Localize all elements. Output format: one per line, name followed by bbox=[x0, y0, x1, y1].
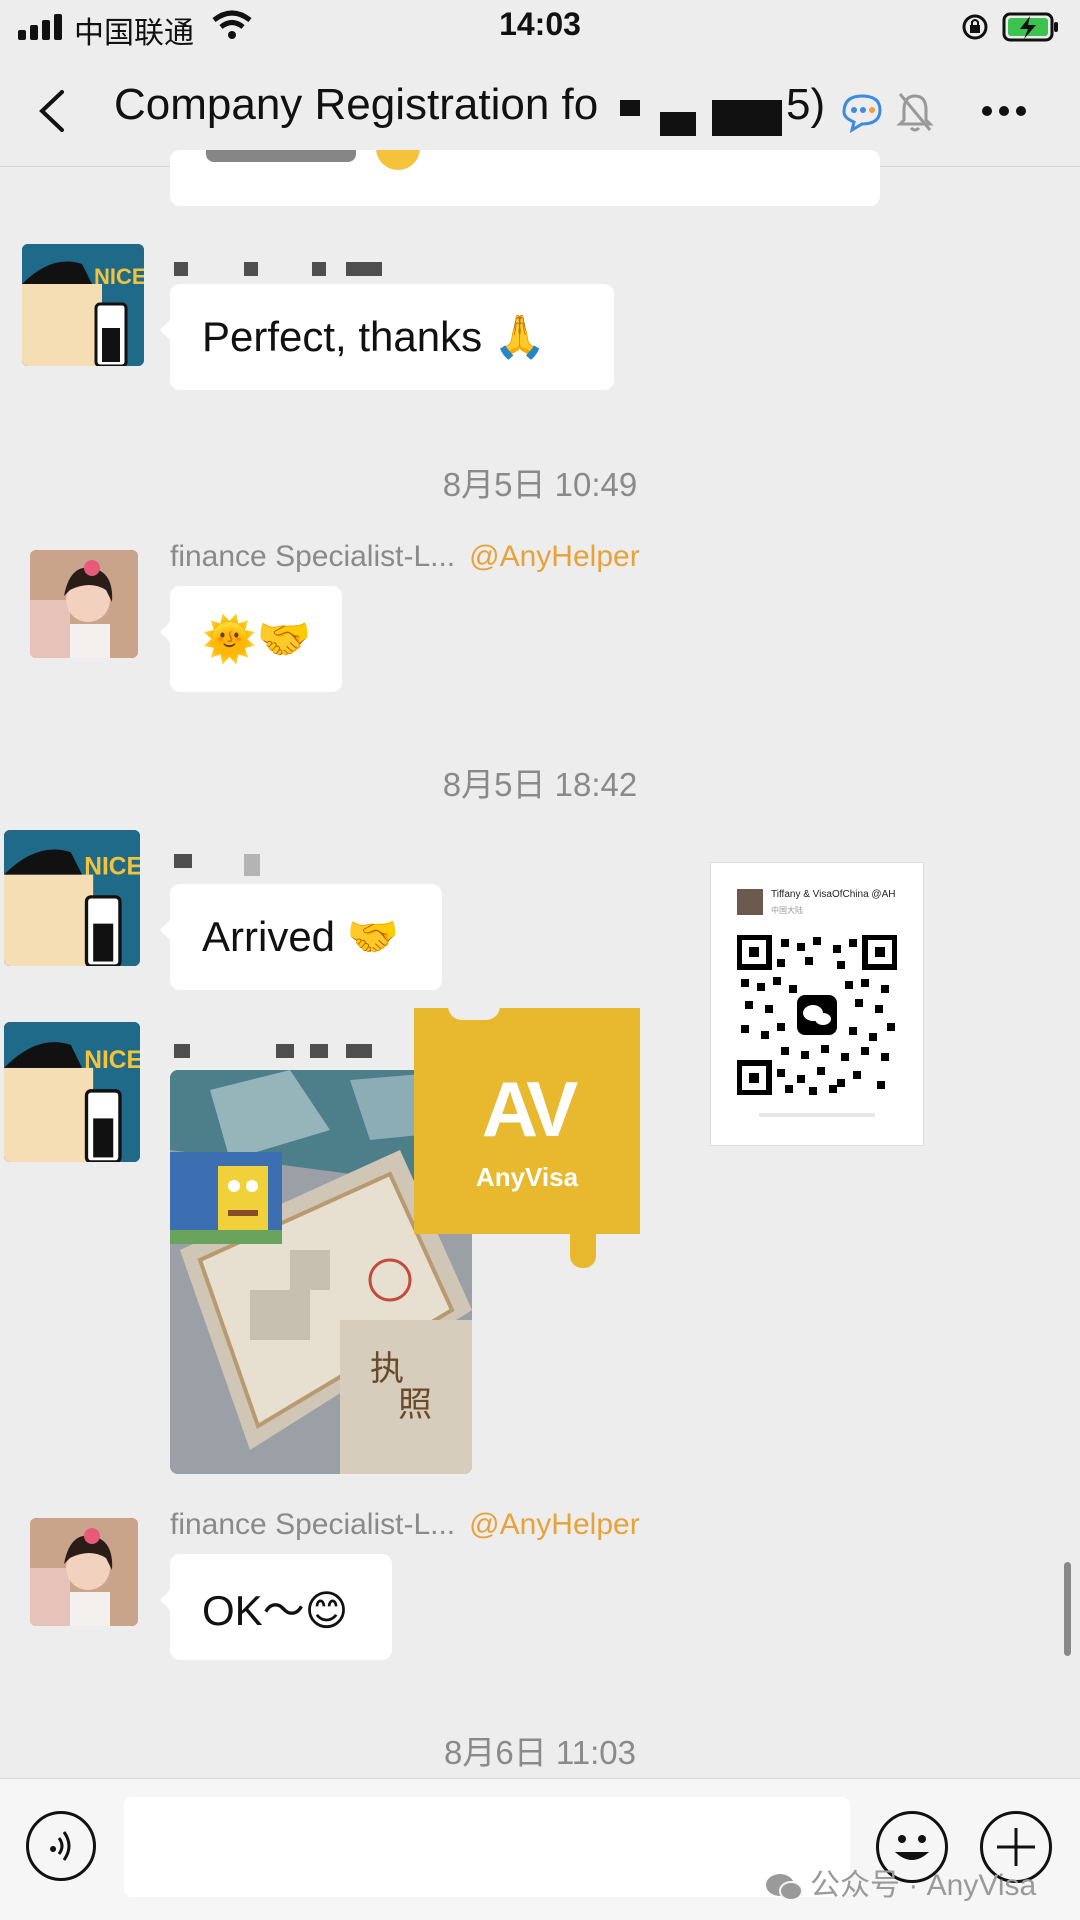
avatar[interactable] bbox=[30, 1518, 138, 1626]
svg-text:照: 照 bbox=[398, 1385, 432, 1425]
previous-message-bubble bbox=[170, 150, 880, 206]
avatar[interactable]: NICE bbox=[4, 1022, 140, 1162]
anyvisa-logo-sticker: AV AnyVisa bbox=[414, 996, 640, 1268]
svg-text:执: 执 bbox=[370, 1349, 404, 1389]
svg-text:NICE: NICE bbox=[84, 854, 140, 881]
svg-text:NICE: NICE bbox=[94, 264, 144, 289]
sender-name-redacted bbox=[346, 262, 382, 276]
sender-name-redacted bbox=[174, 1044, 190, 1058]
avatar[interactable] bbox=[30, 550, 138, 658]
sender-name-redacted bbox=[276, 1044, 294, 1058]
logo-notch bbox=[448, 996, 500, 1020]
mention-tag[interactable]: @AnyHelper bbox=[469, 540, 640, 573]
sender-name-text: finance Specialist-L... bbox=[170, 540, 456, 573]
cropped-text-fragment bbox=[206, 150, 356, 162]
message-text: OK～😊 bbox=[202, 1586, 349, 1634]
sender-name-redacted bbox=[244, 854, 260, 876]
sender-name-redacted bbox=[244, 262, 258, 276]
qr-owner-name: Tiffany & VisaOfChina @AH bbox=[771, 889, 896, 900]
timestamp: 8月6日 11:03 bbox=[443, 1734, 636, 1771]
qr-caption-line bbox=[759, 1113, 875, 1117]
battery-icon bbox=[1002, 12, 1058, 42]
sender-name-redacted bbox=[174, 262, 188, 276]
scrollbar-thumb[interactable] bbox=[1064, 1562, 1071, 1656]
chat-bubble-icon[interactable] bbox=[838, 90, 884, 134]
rotation-lock-icon bbox=[962, 14, 988, 40]
sender-name-text: finance Specialist-L... bbox=[170, 1508, 456, 1541]
chat-title-text: Company Registration fo bbox=[114, 80, 599, 129]
svg-text:NICE: NICE bbox=[84, 1046, 140, 1074]
qr-avatar bbox=[737, 889, 763, 915]
message-bubble[interactable]: OK～😊 bbox=[160, 1554, 392, 1660]
timestamp: 8月5日 10:49 bbox=[442, 466, 638, 503]
message-text-field[interactable] bbox=[124, 1797, 850, 1897]
voice-icon bbox=[50, 1831, 71, 1861]
clock: 14:03 bbox=[499, 6, 581, 42]
voice-input-button[interactable] bbox=[26, 1811, 96, 1881]
more-options-button[interactable] bbox=[982, 104, 1026, 118]
emoji-fragment bbox=[376, 150, 420, 170]
mute-bell-icon bbox=[896, 93, 934, 132]
qr-code-card[interactable]: Tiffany & VisaOfChina @AH 中国大陆 bbox=[710, 862, 924, 1146]
back-button[interactable] bbox=[30, 86, 80, 136]
message-text: Arrived 🤝 bbox=[202, 912, 399, 960]
message-bubble[interactable]: 🌞🤝 bbox=[160, 586, 342, 692]
watermark-text: 公众号 · AnyVisa bbox=[810, 1869, 1037, 1902]
logo-tail bbox=[570, 1234, 596, 1268]
message-text: 🌞🤝 bbox=[202, 615, 312, 664]
message-text: Perfect, thanks 🙏 bbox=[202, 312, 547, 360]
redacted-title-block bbox=[660, 112, 696, 136]
watermark: 公众号 · AnyVisa bbox=[764, 1860, 1036, 1904]
chat-title-tail: 5) bbox=[786, 80, 826, 129]
redacted-title-block bbox=[620, 100, 640, 116]
logo-letters: AV bbox=[481, 1065, 579, 1153]
sender-name-redacted bbox=[174, 854, 192, 868]
status-bar: 中国联通 14:03 bbox=[0, 0, 1080, 56]
avatar[interactable]: NICE bbox=[4, 830, 140, 966]
chat-title[interactable]: Company Registration fo bbox=[114, 80, 598, 130]
message-bubble[interactable]: Arrived 🤝 bbox=[160, 884, 442, 990]
redacted-title-block bbox=[712, 100, 782, 136]
avatar[interactable]: NICE bbox=[22, 244, 144, 366]
logo-name: AnyVisa bbox=[475, 1162, 579, 1192]
qr-owner-region: 中国大陆 bbox=[771, 906, 803, 915]
mention-tag[interactable]: @AnyHelper bbox=[469, 1508, 640, 1541]
sender-name: finance Specialist-L... @AnyHelper bbox=[170, 1508, 640, 1542]
sender-name: finance Specialist-L... @AnyHelper bbox=[170, 540, 640, 574]
sender-name-redacted bbox=[310, 1044, 328, 1058]
sender-name-redacted bbox=[312, 262, 326, 276]
timestamp: 8月5日 18:42 bbox=[442, 766, 638, 803]
wechat-icon bbox=[766, 1874, 803, 1902]
message-bubble[interactable]: Perfect, thanks 🙏 bbox=[160, 284, 614, 390]
sender-name-redacted bbox=[346, 1044, 372, 1058]
qr-code-image bbox=[737, 935, 897, 1095]
